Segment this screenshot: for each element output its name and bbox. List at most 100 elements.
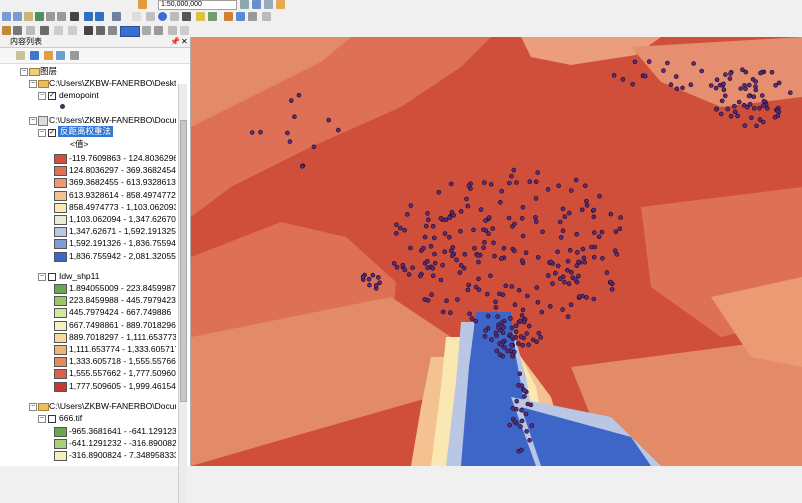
editor-icon[interactable] (240, 0, 249, 9)
layers-icon (29, 68, 40, 76)
legend-class-row[interactable]: 223.8459988 - 445.7979423 (0, 294, 176, 307)
legend-class-row[interactable]: 445.7979424 - 667.749886 (0, 306, 176, 319)
legend-class-row[interactable]: 1,347.62671 - 1,592.191325 (0, 225, 176, 238)
scrollbar-thumb[interactable] (180, 120, 187, 402)
legend-class-row[interactable]: 369.3682455 - 613.9328613 (0, 176, 176, 189)
layout-icon[interactable] (168, 26, 177, 35)
sample-point (510, 405, 516, 411)
legend-class-row[interactable]: 1,592.191326 - 1,836.755941 (0, 237, 176, 250)
zoom-in-icon[interactable] (2, 12, 11, 21)
catalog-icon[interactable] (264, 0, 273, 9)
legend-class-row[interactable]: 613.9328614 - 858.4974772 (0, 189, 176, 201)
sample-point (501, 324, 506, 330)
swipe-icon[interactable] (262, 12, 271, 21)
list-by-source-icon[interactable] (30, 51, 39, 60)
measure-icon[interactable] (182, 12, 191, 21)
select-features-icon[interactable] (112, 12, 121, 21)
grid-icon[interactable] (70, 12, 79, 21)
workspace-desktop[interactable]: − C:\Users\ZKBW-FANERBO\Desktop (0, 77, 176, 89)
legend-class-row[interactable]: 1,103.062094 - 1,347.626709 (0, 213, 176, 225)
toc-scrollbar[interactable] (178, 84, 187, 503)
legend-class-row[interactable]: 667.7498861 - 889.7018296 (0, 319, 176, 331)
draw-tool-icon[interactable] (2, 26, 11, 35)
collapse-icon[interactable]: − (29, 80, 37, 88)
collapse-icon[interactable]: − (38, 415, 46, 423)
sample-point (574, 232, 580, 237)
rotate-icon[interactable] (26, 26, 35, 35)
collapse-icon[interactable]: − (29, 403, 37, 411)
legend-class-row[interactable]: -316.8900824 - 7.348958333 (0, 449, 176, 462)
find-route-icon[interactable] (236, 12, 245, 21)
go-to-xy-icon[interactable] (248, 12, 257, 21)
collapse-icon[interactable]: − (38, 129, 46, 137)
legend-class-row[interactable]: 858.4974773 - 1,103.062093 (0, 201, 176, 213)
size-combo[interactable] (68, 26, 77, 35)
hyperlink-icon[interactable] (196, 12, 205, 21)
visibility-checkbox[interactable] (48, 273, 56, 281)
toggle-icon[interactable] (180, 26, 189, 35)
underline-icon[interactable] (108, 26, 117, 35)
scale-combo[interactable]: 1:50,000,000 (158, 0, 237, 10)
visibility-checkbox[interactable]: ✓ (48, 129, 56, 137)
italic-icon[interactable] (96, 26, 105, 35)
font-color-icon[interactable] (154, 26, 163, 35)
visibility-checkbox[interactable]: ✓ (48, 92, 56, 100)
line-color-icon[interactable] (142, 26, 151, 35)
select-elements-icon[interactable] (146, 12, 155, 21)
layer-demopoint[interactable]: − ✓ demopoint (0, 89, 176, 101)
sample-point (448, 248, 454, 254)
collapse-icon[interactable]: − (20, 68, 28, 76)
list-by-visibility-icon[interactable] (44, 51, 53, 60)
full-extent-icon[interactable] (35, 12, 44, 21)
sample-point (562, 214, 568, 219)
fill-color-icon[interactable] (120, 26, 140, 37)
back-arrow-icon[interactable] (84, 12, 93, 21)
bold-icon[interactable] (84, 26, 93, 35)
add-data-icon[interactable] (138, 0, 147, 9)
fixed-zoom-out-icon[interactable] (57, 12, 66, 21)
legend-class-row[interactable]: -119.7609863 - 124.8036296 (0, 152, 176, 164)
legend-class-row[interactable]: 124.8036297 - 369.3682454 (0, 164, 176, 177)
legend-class-label: 1,111.653774 - 1,333.605717 (69, 344, 176, 354)
identify-icon[interactable] (158, 12, 167, 21)
legend-class-row[interactable]: 1,836.755942 - 2,081.320557 (0, 250, 176, 262)
legend-class-row[interactable]: 1,777.509605 - 1,999.461548 (0, 380, 176, 392)
layers-root[interactable]: − 图层 (0, 65, 176, 77)
map-view[interactable] (191, 37, 802, 466)
visibility-checkbox[interactable] (48, 415, 56, 423)
pan-icon[interactable] (24, 12, 33, 21)
rectangle-tool-icon[interactable] (13, 26, 22, 35)
text-tool-icon[interactable] (40, 26, 49, 35)
pin-icon[interactable]: 📌 (170, 37, 180, 47)
legend-class-label: 889.7018297 - 1,111.653773 (69, 331, 176, 342)
forward-arrow-icon[interactable] (95, 12, 104, 21)
fixed-zoom-in-icon[interactable] (46, 12, 55, 21)
search-window-icon[interactable] (276, 0, 285, 9)
close-icon[interactable]: ✕ (181, 37, 188, 47)
layer-idw-shp[interactable]: − Idw_shp11 (0, 270, 176, 282)
workspace-documents[interactable]: − C:\Users\ZKBW-FANERBO\Docum (0, 114, 176, 126)
legend-class-row[interactable]: 1.894055009 - 223.8459987 (0, 282, 176, 294)
find-icon[interactable] (224, 12, 233, 21)
legend-class-row[interactable]: 1,555.557662 - 1,777.509604 (0, 367, 176, 380)
layer-666-tif[interactable]: − 666.tif (0, 412, 176, 424)
layer-idw[interactable]: − ✓ 反距离权重法 (0, 126, 176, 138)
collapse-icon[interactable]: − (38, 92, 46, 100)
list-by-selection-icon[interactable] (56, 51, 65, 60)
font-combo[interactable] (54, 26, 63, 35)
html-popup-icon[interactable] (170, 12, 179, 21)
time-slider-icon[interactable] (208, 12, 217, 21)
legend-class-row[interactable]: -965.3681641 - -641.129123 (0, 425, 176, 437)
legend-class-row[interactable]: 889.7018297 - 1,111.653773 (0, 331, 176, 343)
clear-selection-icon[interactable] (132, 12, 141, 21)
legend-class-row[interactable]: 1,111.653774 - 1,333.605717 (0, 343, 176, 355)
collapse-icon[interactable]: − (29, 117, 37, 125)
list-by-drawing-order-icon[interactable] (16, 51, 25, 60)
workspace-documents-2[interactable]: − C:\Users\ZKBW-FANERBO\Docum (0, 400, 176, 412)
legend-class-row[interactable]: -641.1291232 - -316.890082 (0, 437, 176, 450)
zoom-out-icon[interactable] (13, 12, 22, 21)
options-icon[interactable] (70, 51, 79, 60)
table-icon[interactable] (252, 0, 261, 9)
legend-class-row[interactable]: 1,333.605718 - 1,555.557661 (0, 355, 176, 368)
collapse-icon[interactable]: − (38, 273, 46, 281)
